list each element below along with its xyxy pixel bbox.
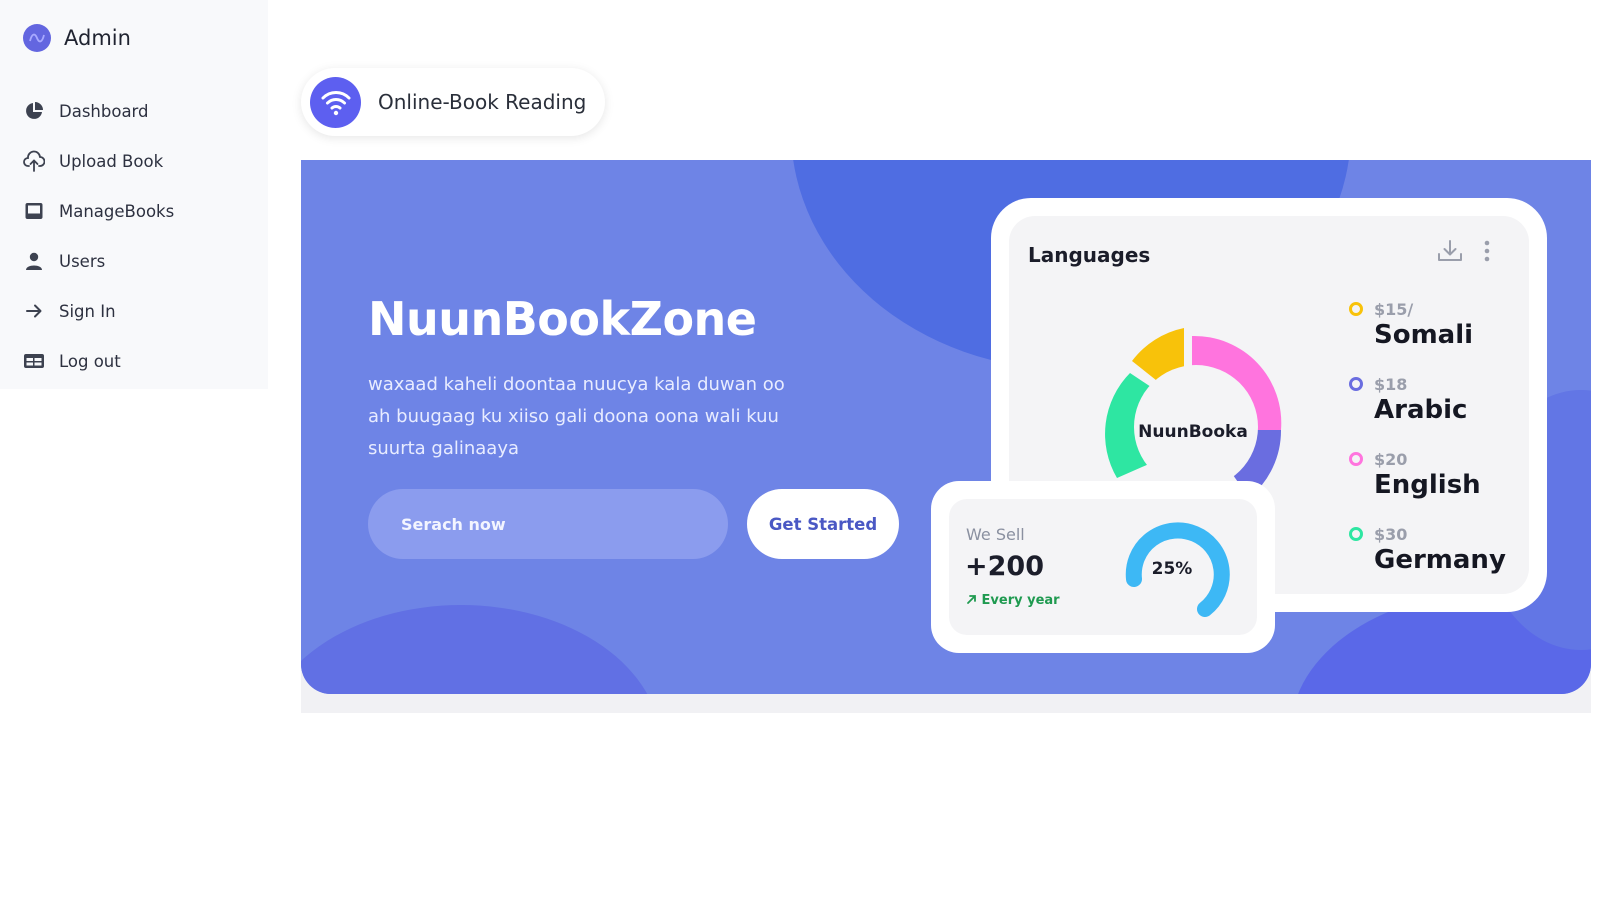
sidebar-item-dashboard[interactable]: Dashboard	[23, 86, 174, 136]
legend-dot-icon	[1349, 377, 1363, 391]
sidebar-item-label: ManageBooks	[59, 201, 175, 221]
we-sell-label: We Sell	[966, 525, 1025, 544]
sidebar: Admin Dashboard Upload Book ManageBooks …	[0, 0, 268, 389]
sidebar-item-label: Dashboard	[59, 101, 149, 121]
hero-banner: NuunBookZone waxaad kaheli doontaa nuucy…	[301, 160, 1591, 694]
sidebar-item-users[interactable]: Users	[23, 236, 174, 286]
sidebar-item-label: Upload Book	[59, 151, 164, 171]
hero-title: NuunBookZone	[368, 292, 757, 346]
donut-center-label: NuunBooka	[1138, 422, 1248, 442]
sidebar-item-label: Sign In	[59, 301, 116, 321]
we-sell-card: We Sell +200 Every year 25%	[931, 481, 1275, 653]
search-input[interactable]: Serach now	[368, 489, 728, 559]
inbox-icon	[23, 200, 45, 222]
we-sell-card-inner: We Sell +200 Every year 25%	[949, 499, 1257, 635]
get-started-button[interactable]: Get Started	[747, 489, 899, 559]
we-sell-trend-label: Every year	[981, 593, 1060, 608]
languages-title: Languages	[1028, 243, 1151, 267]
legend-name: Germany	[1374, 545, 1506, 575]
legend-price: $15/	[1374, 300, 1414, 319]
legend-name: English	[1374, 470, 1481, 500]
app-title-pill[interactable]: Online-Book Reading	[301, 68, 605, 136]
legend-price: $20	[1374, 450, 1408, 469]
sidebar-item-manage-books[interactable]: ManageBooks	[23, 186, 174, 236]
cloud-upload-icon	[23, 150, 45, 172]
hero-description: waxaad kaheli doontaa nuucya kala duwan …	[368, 374, 785, 459]
person-icon	[23, 250, 45, 272]
we-sell-trend: Every year	[966, 593, 1060, 608]
sidebar-item-label: Log out	[59, 351, 121, 371]
we-sell-value: +200	[965, 551, 1044, 582]
app-title: Online-Book Reading	[378, 90, 587, 114]
legend-dot-icon	[1349, 527, 1363, 541]
sidebar-item-upload-book[interactable]: Upload Book	[23, 136, 174, 186]
legend-name: Somali	[1374, 320, 1474, 350]
legend-name: Arabic	[1374, 395, 1468, 425]
legend-price: $18	[1374, 375, 1408, 394]
wifi-icon	[310, 76, 361, 128]
arrow-right-icon	[23, 300, 45, 322]
more-vertical-icon[interactable]	[1483, 240, 1491, 267]
sidebar-nav: Dashboard Upload Book ManageBooks Users …	[23, 86, 174, 386]
pie-chart-icon	[23, 100, 45, 122]
legend-price: $30	[1374, 525, 1408, 544]
sidebar-item-sign-in[interactable]: Sign In	[23, 286, 174, 336]
legend-dot-icon	[1349, 452, 1363, 466]
gauge-percent-label: 25%	[1151, 559, 1193, 579]
download-icon[interactable]	[1437, 239, 1463, 268]
brand[interactable]: Admin	[23, 24, 131, 52]
table-icon	[23, 350, 45, 372]
brand-title: Admin	[64, 26, 131, 50]
decor-circle	[301, 605, 661, 694]
legend-dot-icon	[1349, 302, 1363, 316]
sidebar-item-label: Users	[59, 251, 106, 271]
trend-up-icon	[967, 595, 976, 604]
sidebar-item-log-out[interactable]: Log out	[23, 336, 174, 386]
brand-logo-icon	[23, 24, 51, 52]
